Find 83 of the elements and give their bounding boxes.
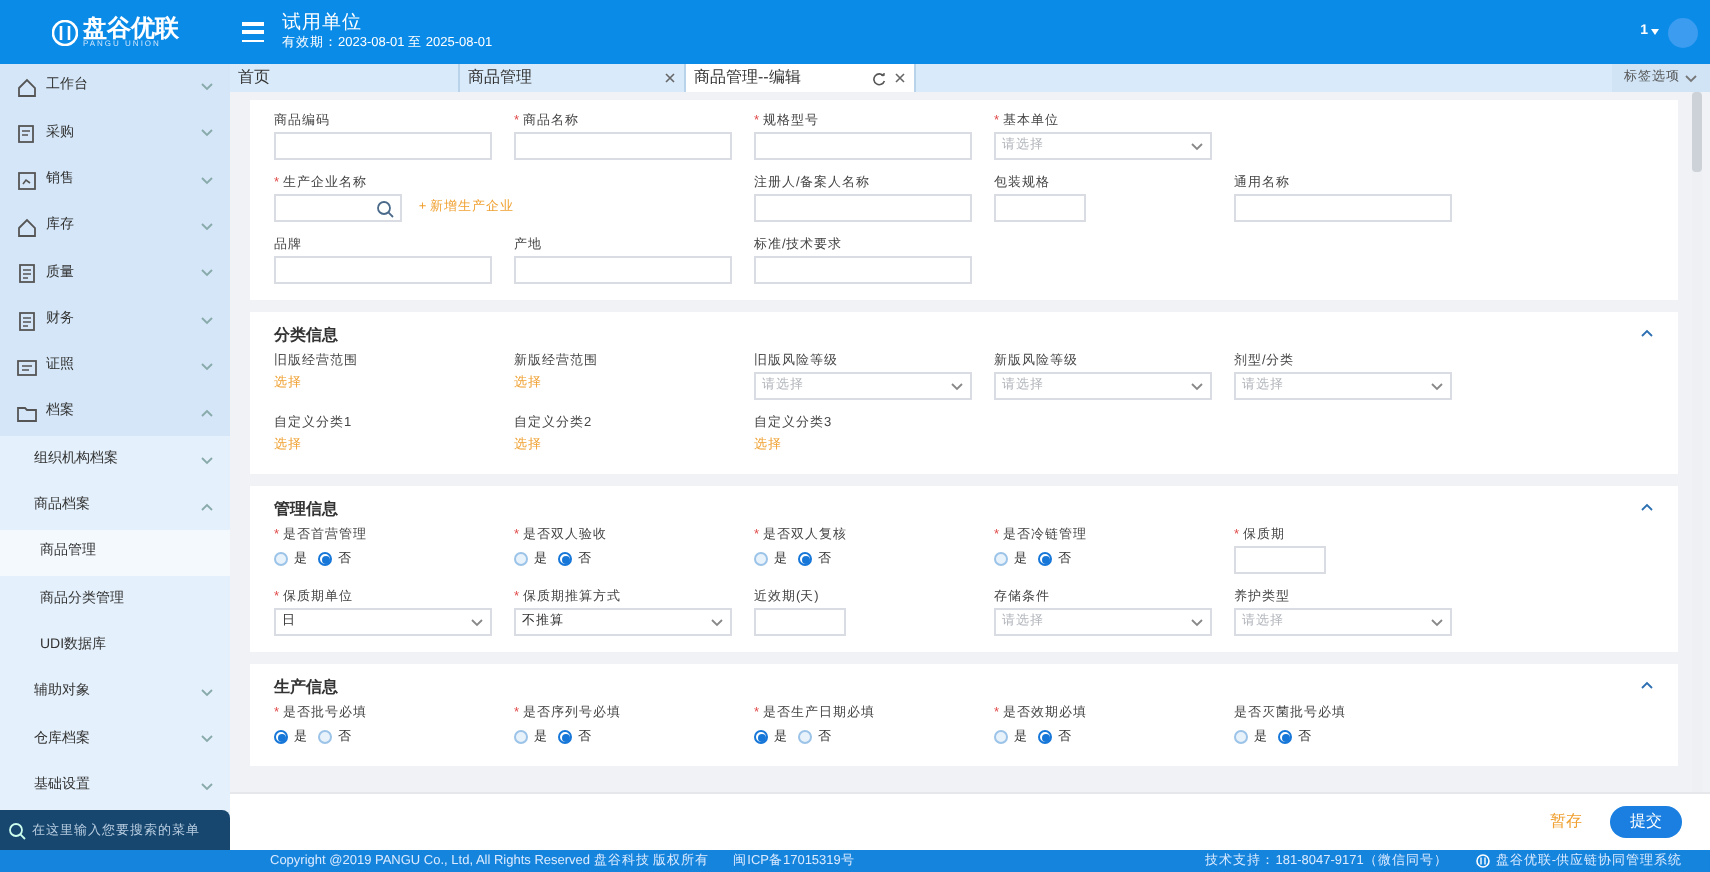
chevron-down-icon — [1684, 73, 1698, 83]
chevron-down-icon — [1190, 141, 1204, 151]
input-field[interactable] — [274, 256, 492, 284]
radio-button[interactable] — [318, 552, 332, 566]
radio-button[interactable] — [318, 730, 332, 744]
chevron-down-icon — [200, 222, 214, 233]
card-icon — [16, 355, 38, 378]
tab[interactable]: 商品管理--编辑 — [686, 64, 916, 92]
avatar[interactable] — [1668, 17, 1698, 47]
chevron-up-icon — [1640, 680, 1654, 690]
input-field[interactable] — [754, 194, 972, 222]
chevron-down-icon — [200, 128, 214, 139]
chart-document-icon — [16, 169, 38, 192]
chevron-up-icon — [200, 408, 214, 419]
input-field[interactable] — [514, 256, 732, 284]
chevron-down-icon — [200, 82, 214, 93]
input-field[interactable] — [1234, 546, 1326, 574]
chevron-down-icon — [950, 381, 964, 391]
document-icon — [16, 309, 38, 332]
chevron-down-icon — [200, 781, 214, 792]
search-field[interactable] — [274, 194, 403, 222]
logo-icon — [1475, 854, 1490, 868]
chevron-down-icon — [470, 617, 484, 627]
logo-icon — [51, 19, 77, 45]
chevron-up-icon — [1640, 502, 1654, 512]
input-field[interactable] — [274, 132, 492, 160]
section-title: 生产信息 — [274, 676, 338, 700]
radio-button[interactable] — [558, 552, 572, 566]
submit-button[interactable]: 提交 — [1610, 806, 1682, 838]
input-field[interactable] — [754, 132, 972, 160]
caret-down-icon — [1650, 28, 1660, 36]
collapse-button[interactable] — [1640, 502, 1654, 512]
radio-button[interactable] — [798, 552, 812, 566]
collapse-button[interactable] — [1640, 328, 1654, 338]
input-field[interactable] — [994, 194, 1086, 222]
radio-button[interactable] — [1038, 552, 1052, 566]
chevron-down-icon — [200, 268, 214, 279]
organization-name: 试用单位 — [282, 12, 364, 35]
chevron-down-icon — [200, 315, 214, 326]
menu-button[interactable] — [242, 20, 266, 44]
input-field[interactable] — [1234, 194, 1452, 222]
radio-button[interactable] — [754, 552, 768, 566]
chevron-up-icon — [1640, 328, 1654, 338]
radio-button[interactable] — [558, 730, 572, 744]
search-icon — [8, 821, 26, 839]
search-icon — [376, 199, 395, 217]
radio-button[interactable] — [1278, 730, 1292, 744]
input-field[interactable] — [514, 132, 732, 160]
section-title: 分类信息 — [274, 324, 338, 348]
radio-button[interactable] — [274, 552, 288, 566]
radio-button[interactable] — [798, 730, 812, 744]
radio-button[interactable] — [274, 730, 288, 744]
section-title: 管理信息 — [274, 498, 338, 522]
radio-button[interactable] — [994, 552, 1008, 566]
chevron-down-icon — [1190, 381, 1204, 391]
chevron-down-icon — [200, 175, 214, 186]
chevron-down-icon — [200, 688, 214, 698]
radio-button[interactable] — [514, 730, 528, 744]
radio-button[interactable] — [1234, 730, 1248, 744]
clipboard-icon — [16, 122, 38, 145]
collapse-button[interactable] — [1640, 680, 1654, 690]
refresh-icon — [872, 71, 886, 85]
chevron-down-icon — [710, 617, 724, 627]
chevron-down-icon — [200, 734, 214, 745]
chevron-up-icon — [200, 501, 214, 512]
chevron-down-icon — [1430, 617, 1444, 627]
input-field[interactable] — [754, 256, 972, 284]
radio-button[interactable] — [514, 552, 528, 566]
radio-button[interactable] — [754, 730, 768, 744]
chevron-down-icon — [1190, 617, 1204, 627]
close-icon — [894, 72, 906, 84]
input-field[interactable] — [754, 608, 846, 636]
folder-icon — [16, 402, 38, 425]
house-icon — [16, 76, 38, 99]
chevron-down-icon — [200, 361, 214, 372]
brand-name: 盘谷优联 — [83, 16, 179, 40]
radio-button[interactable] — [1038, 730, 1052, 744]
close-icon — [664, 72, 676, 84]
document-icon — [16, 262, 38, 285]
chevron-down-icon — [200, 455, 214, 466]
radio-button[interactable] — [994, 730, 1008, 744]
house-icon — [16, 216, 38, 239]
chevron-down-icon — [1430, 381, 1444, 391]
